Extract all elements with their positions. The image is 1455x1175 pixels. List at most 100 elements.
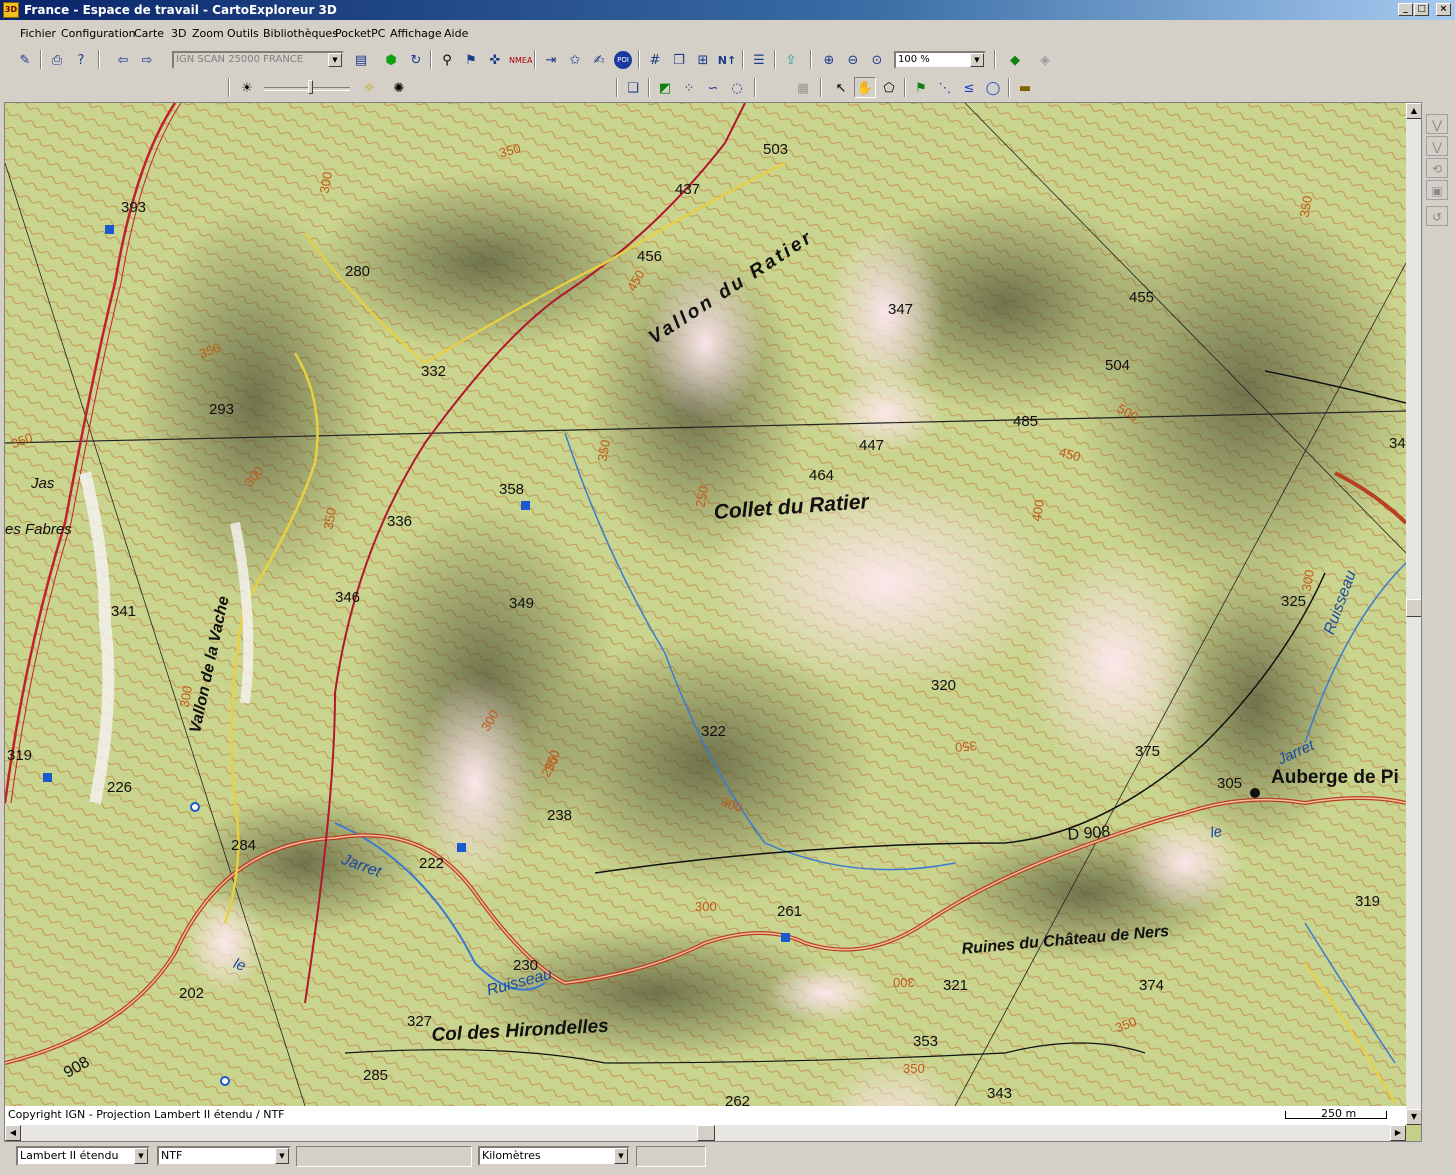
horizontal-scrollbar[interactable]: ◀ ▶	[5, 1125, 1406, 1141]
altitude-label: 222	[419, 855, 445, 872]
slider-thumb[interactable]	[308, 80, 313, 94]
zoom-select[interactable]: 100 % ▼	[894, 51, 986, 69]
app-icon[interactable]: 3D	[3, 2, 19, 18]
select-pointer-icon[interactable]: ↖	[830, 77, 852, 98]
scroll-up-button[interactable]: ▲	[1406, 103, 1421, 119]
ruler-icon[interactable]: ▬	[1014, 77, 1036, 98]
datum-select[interactable]: NTF ▼	[157, 1146, 291, 1166]
brightness-low-icon[interactable]: ☀	[236, 77, 258, 98]
pan-hand-icon[interactable]: ✋	[854, 77, 876, 98]
secondary-toolbar: ☀ ☼ ✺ ❏ ◩ ⁘ ∽ ◌ ▦ ↖ ✋ ⬠ ⚑ ⋱ ≤ ◯ ▬	[0, 75, 1455, 101]
map-canvas[interactable]: Vallon du Ratier Collet du Ratier Vallon…	[5, 103, 1406, 1106]
altitude-label: 447	[859, 437, 885, 454]
3d-view-icon[interactable]: ◆	[1004, 49, 1026, 70]
document-icon[interactable]: ✍	[588, 49, 610, 70]
altitude-label: 230	[513, 957, 539, 974]
altitude-label: 238	[547, 807, 573, 824]
draw-points-icon[interactable]: ⋱	[934, 77, 956, 98]
wizard-icon[interactable]: ✎	[14, 49, 36, 70]
altitude-label: 284	[231, 837, 257, 854]
3d-settings-icon[interactable]: ◈	[1034, 49, 1056, 70]
copy-icon[interactable]: ❏	[622, 77, 644, 98]
altitude-label: 437	[675, 181, 701, 198]
scroll-right-button[interactable]: ▶	[1390, 1125, 1406, 1141]
window-title: France - Espace de travail - CartoExplor…	[24, 3, 337, 17]
forward-arrow-icon[interactable]: ⇨	[136, 49, 158, 70]
projection-select[interactable]: Lambert II étendu ▼	[16, 1146, 150, 1166]
units-select[interactable]: Kilomètres ▼	[478, 1146, 630, 1166]
binoculars-icon[interactable]: ⚲	[436, 49, 458, 70]
waypoints-icon[interactable]: ⁘	[678, 77, 700, 98]
draw-line-icon[interactable]: ≤	[958, 77, 980, 98]
zoom-in-icon[interactable]: ⊕	[818, 49, 840, 70]
altitude-label: 340	[1389, 435, 1406, 452]
side-tool-icon[interactable]: ⋁	[1426, 114, 1448, 134]
layers-icon[interactable]: ❐	[668, 49, 690, 70]
star-icon[interactable]: ✩	[564, 49, 586, 70]
polygon-select-icon[interactable]: ⬠	[878, 77, 900, 98]
side-tool-icon[interactable]: ↺	[1426, 206, 1448, 226]
area-icon[interactable]: ◌	[726, 77, 748, 98]
altitude-label: 358	[499, 481, 525, 498]
maps-list-icon[interactable]: ▤	[350, 49, 372, 70]
altitude-panel	[636, 1146, 706, 1167]
menu-configuration[interactable]: Configuration	[61, 27, 136, 40]
altitude-label: 456	[637, 248, 663, 265]
side-tool-icon[interactable]: ▣	[1426, 180, 1448, 200]
zoom-fit-icon[interactable]: ⊙	[866, 49, 888, 70]
search-list-icon[interactable]: ⚑	[460, 49, 482, 70]
rotate-icon[interactable]: ↻	[405, 49, 427, 70]
side-tool-icon[interactable]: ⋁	[1426, 136, 1448, 156]
poi-icon[interactable]: POI	[612, 49, 634, 70]
scroll-down-button[interactable]: ▼	[1406, 1109, 1421, 1125]
map-select[interactable]: IGN SCAN 25000 FRANCE ▼	[172, 51, 344, 69]
route-icon[interactable]: ∽	[702, 77, 724, 98]
copyright-bar: Copyright IGN - Projection Lambert II ét…	[5, 1106, 1406, 1125]
altitude-label: 464	[809, 467, 835, 484]
menu-zoom[interactable]: Zoom	[192, 27, 224, 40]
map-window: Vallon du Ratier Collet du Ratier Vallon…	[4, 102, 1422, 1142]
side-tool-icon[interactable]: ⟲	[1426, 158, 1448, 178]
vertical-scroll-thumb[interactable]	[1406, 599, 1421, 617]
place-label: es Fabres	[5, 521, 72, 538]
zoom-out-icon[interactable]: ⊖	[842, 49, 864, 70]
horizontal-scroll-thumb[interactable]	[697, 1125, 715, 1141]
brightness-slider[interactable]	[264, 87, 350, 91]
crosshair-icon[interactable]: ✜	[484, 49, 506, 70]
menu-3d[interactable]: 3D	[171, 27, 186, 40]
draw-shape-icon[interactable]: ◯	[982, 77, 1004, 98]
nmea-icon[interactable]: NMEA	[508, 49, 532, 70]
menu-affichage[interactable]: Affichage	[390, 27, 442, 40]
close-button[interactable]: ×	[1436, 3, 1451, 16]
north-icon[interactable]: N↑	[716, 49, 738, 70]
maximize-button[interactable]: □	[1414, 3, 1429, 16]
minimize-button[interactable]: _	[1398, 3, 1413, 16]
back-arrow-icon[interactable]: ⇦	[112, 49, 134, 70]
altitude-label: 336	[387, 513, 413, 530]
view-grid-icon[interactable]: ▦	[792, 77, 814, 98]
track-icon[interactable]: ◩	[654, 77, 676, 98]
contrast-icon[interactable]: ✺	[388, 77, 410, 98]
grid-icon[interactable]: #	[644, 49, 666, 70]
altitude-label: 226	[107, 779, 133, 796]
grid-plus-icon[interactable]: ⊞	[692, 49, 714, 70]
altitude-label: 374	[1139, 977, 1165, 994]
menu-aide[interactable]: Aide	[444, 27, 468, 40]
menu-pocketpc[interactable]: PocketPC	[335, 27, 385, 40]
print-icon[interactable]: ⎙	[46, 49, 68, 70]
altitude-label: 504	[1105, 357, 1131, 374]
menu-fichier[interactable]: Fichier	[20, 27, 56, 40]
menu-outils[interactable]: Outils	[227, 27, 259, 40]
help-icon[interactable]: ?	[70, 49, 92, 70]
export-icon[interactable]: ⇥	[540, 49, 562, 70]
legend-icon[interactable]: ☰	[748, 49, 770, 70]
menu-bibliotheques[interactable]: Bibliothèques	[263, 27, 338, 40]
flag-icon[interactable]: ⚑	[910, 77, 932, 98]
upload-icon[interactable]: ⇪	[780, 49, 802, 70]
menu-carte[interactable]: Carte	[134, 27, 164, 40]
brightness-high-icon[interactable]: ☼	[358, 77, 380, 98]
altitude-label: 285	[363, 1067, 389, 1084]
scroll-left-button[interactable]: ◀	[5, 1125, 21, 1141]
vertical-scrollbar[interactable]: ▲ ▼	[1406, 103, 1421, 1125]
green-star-icon[interactable]: ⬢	[380, 49, 402, 70]
